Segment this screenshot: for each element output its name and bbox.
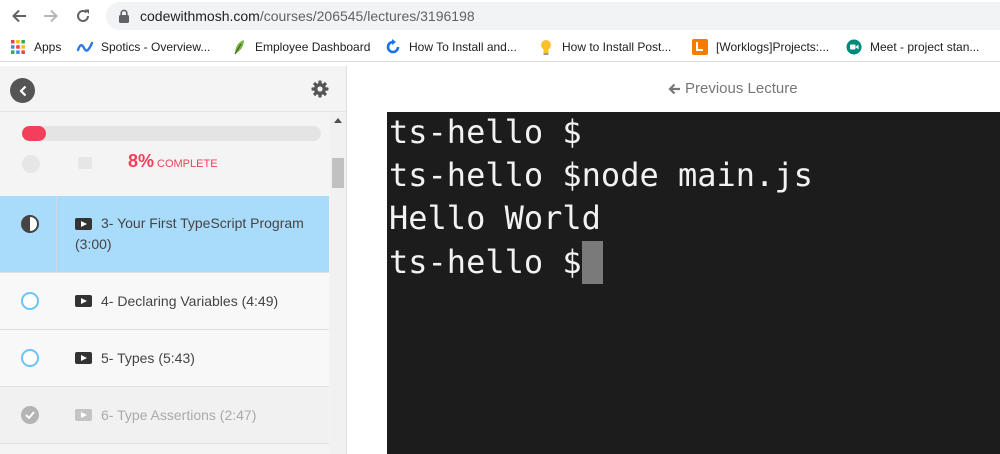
- lecture-divider: [56, 196, 57, 272]
- lecture-title: 6- Type Assertions (2:47): [101, 407, 257, 423]
- url-host: codewithmosh.com: [140, 8, 260, 24]
- chevron-left-icon: [18, 85, 26, 96]
- lecture-item[interactable]: 4- Declaring Variables (4:49): [0, 273, 329, 330]
- bookmark-how-to-install-and[interactable]: How To Install and...: [385, 38, 517, 56]
- bookmark-employee-dashboard[interactable]: Employee Dashboard: [231, 38, 370, 56]
- bookmarks-bar: Apps Spotics - Overview... Employee Dash…: [0, 32, 1000, 62]
- lecture-item[interactable]: 3- Your First TypeScript Program (3:00): [0, 196, 329, 273]
- course-sidebar: 8% COMPLETE 3- Your First TypeScript Pro…: [0, 66, 347, 454]
- lecture-title: 4- Declaring Variables (4:49): [101, 293, 279, 309]
- progress-bar: [22, 126, 321, 141]
- circle-arrow-icon: [385, 39, 401, 55]
- terminal-cursor: [581, 241, 603, 284]
- terminal-line: ts-hello $: [389, 113, 582, 151]
- arrow-left-icon: [668, 83, 680, 94]
- empty-circle-icon: [21, 292, 39, 310]
- lecture-main: Previous Lecture ts-hello $ ts-hello $no…: [348, 66, 1000, 454]
- scroll-up-arrow-icon[interactable]: [334, 118, 342, 123]
- terminal-line-text: ts-hello $: [389, 243, 582, 281]
- leaf-icon: [231, 39, 247, 55]
- bookmark-worklogs[interactable]: [Worklogs]Projects:...: [692, 38, 829, 56]
- address-bar[interactable]: codewithmosh.com/courses/206545/lectures…: [106, 2, 1000, 30]
- bookmark-label: Apps: [34, 40, 62, 54]
- terminal-line: Hello World: [389, 199, 601, 237]
- half-circle-progress-icon: [21, 215, 39, 233]
- url-path: /courses/206545/lectures/3196198: [259, 8, 475, 24]
- spotics-icon: [77, 39, 93, 55]
- lightbulb-icon: [538, 39, 554, 55]
- lock-icon: [118, 9, 130, 28]
- course-progress: 8% COMPLETE: [0, 113, 330, 190]
- video-play-icon: [75, 295, 92, 307]
- previous-lecture-link[interactable]: Previous Lecture: [668, 80, 798, 97]
- terminal-line-with-cursor: ts-hello $: [389, 241, 603, 284]
- url-text: codewithmosh.com/courses/206545/lectures…: [140, 8, 475, 24]
- terminal-line: ts-hello $node main.js: [389, 156, 813, 194]
- scroll-thumb[interactable]: [332, 158, 344, 188]
- sidebar-header: [0, 66, 346, 112]
- progress-text: 8% COMPLETE: [128, 151, 218, 172]
- lecture-title: 5- Types (5:43): [101, 350, 195, 366]
- faded-play-icon: [78, 157, 92, 169]
- progress-percent: 8%: [128, 151, 155, 171]
- browser-toolbar: codewithmosh.com/courses/206545/lectures…: [0, 0, 1000, 32]
- video-play-icon: [75, 352, 92, 364]
- back-button[interactable]: [10, 78, 35, 103]
- lecture-title: 3- Your First TypeScript Program (3:00): [75, 215, 304, 252]
- empty-circle-icon: [21, 349, 39, 367]
- meet-icon: [846, 39, 862, 55]
- lecture-item[interactable]: 6- Type Assertions (2:47): [0, 387, 329, 444]
- video-player[interactable]: ts-hello $ ts-hello $node main.js Hello …: [387, 112, 1000, 454]
- gear-icon[interactable]: [311, 80, 329, 103]
- bookmark-apps[interactable]: Apps: [10, 38, 61, 56]
- bookmark-label: Employee Dashboard: [255, 40, 371, 54]
- bookmark-label: Meet - project stan...: [870, 40, 980, 54]
- worklogs-icon: [692, 39, 708, 55]
- bookmark-label: Spotics - Overview...: [101, 40, 211, 54]
- progress-label: COMPLETE: [157, 158, 218, 170]
- checkmark-circle-icon: [21, 406, 39, 424]
- video-play-icon: [75, 409, 92, 421]
- bookmark-how-to-install-post[interactable]: How to Install Post...: [538, 38, 671, 56]
- previous-lecture-label: Previous Lecture: [685, 80, 798, 97]
- sidebar-scrollbar[interactable]: [330, 113, 346, 454]
- lecture-item[interactable]: 5- Types (5:43): [0, 330, 329, 387]
- progress-bar-fill: [22, 126, 46, 141]
- bookmark-spotics[interactable]: Spotics - Overview...: [77, 38, 210, 56]
- bookmark-label: How to Install Post...: [562, 40, 672, 54]
- reload-icon[interactable]: [72, 5, 94, 27]
- apps-grid-icon: [10, 39, 26, 55]
- back-arrow-icon[interactable]: [8, 5, 30, 27]
- faded-status-icon: [22, 155, 40, 173]
- bookmark-label: How To Install and...: [409, 40, 517, 54]
- bookmark-label: [Worklogs]Projects:...: [716, 40, 830, 54]
- forward-arrow-icon[interactable]: [40, 5, 62, 27]
- bookmark-meet[interactable]: Meet - project stan...: [846, 38, 979, 56]
